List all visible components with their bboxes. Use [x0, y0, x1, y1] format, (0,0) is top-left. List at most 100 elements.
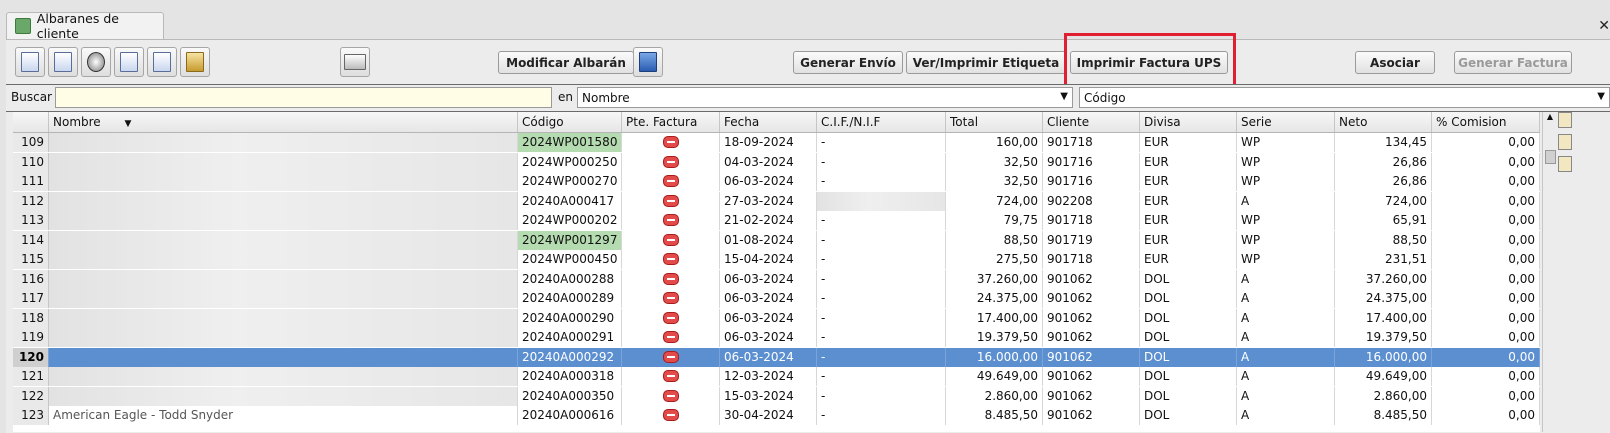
cell-comision: 0,00 [1432, 250, 1540, 269]
header-pte-factura[interactable]: Pte. Factura [622, 112, 720, 132]
cell-neto: 2.860,00 [1335, 386, 1432, 406]
scroll-thumb[interactable] [1545, 150, 1556, 164]
side-tool-button[interactable] [1558, 156, 1572, 172]
cell-n: 118 [13, 308, 49, 328]
header-codigo[interactable]: Código [518, 112, 622, 132]
cell-total: 724,00 [946, 191, 1043, 211]
cell-codigo: 20240A000417 [518, 191, 622, 211]
cell-comision: 0,00 [1432, 289, 1540, 308]
table-row[interactable]: 122 20240A000350 15-03-2024-2.860,00 901062… [13, 386, 1540, 407]
header-divisa[interactable]: Divisa [1140, 112, 1237, 132]
new-doc-button[interactable] [15, 47, 45, 77]
cell-n: 111 [13, 172, 49, 191]
cell-fecha: 12-03-2024 [720, 367, 817, 386]
cell-fecha: 15-03-2024 [720, 386, 817, 406]
print-button[interactable] [340, 47, 370, 77]
cell-cif [817, 191, 946, 211]
pending-invoice-icon [662, 331, 679, 343]
albaranes-table: Nombre ▼ Código Pte. Factura Fecha C.I.F… [13, 112, 1540, 432]
header-neto[interactable]: Neto [1335, 112, 1432, 132]
table-row[interactable]: 121 20240A000318 12-03-2024-49.649,00 90106… [13, 367, 1540, 387]
stop-button[interactable] [81, 47, 111, 77]
cell-comision: 0,00 [1432, 347, 1540, 367]
cell-cliente: 902208 [1043, 191, 1140, 211]
cell-cliente: 901062 [1043, 406, 1140, 425]
table-row[interactable]: 119 20240A000291 06-03-2024-19.379,50 90106… [13, 328, 1540, 348]
pending-invoice-icon [662, 155, 679, 168]
side-tool-button[interactable] [1558, 134, 1572, 150]
table-row[interactable]: 109 2024WP001580 18-09-2024-160,00 901718 EU… [13, 133, 1540, 153]
cell-comision: 0,00 [1432, 269, 1540, 289]
cell-serie: A [1237, 367, 1335, 386]
print-icon [344, 54, 366, 70]
side-tool-button[interactable] [1558, 112, 1572, 128]
generar-factura-button[interactable]: Generar Factura [1454, 51, 1572, 74]
cell-cliente: 901062 [1043, 289, 1140, 308]
cell-divisa: DOL [1140, 406, 1237, 425]
table-row[interactable]: 110 2024WP000250 04-03-2024-32,50 901716 EUR… [13, 152, 1540, 173]
table-row[interactable]: 115 2024WP000450 15-04-2024-275,50 901718 EU… [13, 250, 1540, 270]
cell-total: 2.860,00 [946, 386, 1043, 406]
header-fecha[interactable]: Fecha [720, 112, 817, 132]
table-row[interactable]: 118 20240A000290 06-03-2024-17.400,00 90106… [13, 308, 1540, 329]
search-input[interactable] [55, 87, 552, 108]
cell-fecha: 04-03-2024 [720, 152, 817, 172]
cell-cif: - [817, 347, 946, 367]
cell-codigo: 20240A000292 [518, 347, 622, 367]
cell-total: 37.260,00 [946, 269, 1043, 289]
envelope-button[interactable] [114, 47, 144, 77]
cell-fecha: 06-03-2024 [720, 308, 817, 328]
book-button[interactable] [633, 47, 663, 77]
copy-doc-button[interactable] [147, 47, 177, 77]
header-serie[interactable]: Serie [1237, 112, 1335, 132]
tab-albaranes[interactable]: Albaranes de cliente [6, 11, 164, 41]
table-row[interactable]: 123 American Eagle - Todd Snyder 20240A000… [13, 406, 1540, 426]
cell-nombre [49, 191, 518, 211]
header-cif[interactable]: C.I.F./N.I.F [817, 112, 946, 132]
cell-fecha: 30-04-2024 [720, 406, 817, 425]
search-bar: Buscar en Nombre ▼ Código ▼ [6, 84, 1610, 112]
pending-invoice-icon [662, 214, 679, 226]
cell-cif: - [817, 308, 946, 328]
cell-serie: A [1237, 347, 1335, 367]
table-row[interactable]: 112 20240A000417 27-03-2024 724,00 902208 EUR… [13, 191, 1540, 212]
header-total[interactable]: Total [946, 112, 1043, 132]
cell-fecha: 06-03-2024 [720, 347, 817, 367]
pending-invoice-icon [662, 233, 679, 246]
cell-cliente: 901062 [1043, 328, 1140, 347]
sheet-icon [15, 18, 31, 34]
table-row[interactable]: 111 2024WP000270 06-03-2024-32,50 901716 EUR… [13, 172, 1540, 192]
order-select[interactable]: Código ▼ [1079, 87, 1610, 108]
cell-serie: WP [1237, 133, 1335, 152]
header-comision[interactable]: % Comision [1432, 112, 1540, 132]
generar-envio-button[interactable]: Generar Envío [793, 51, 903, 74]
cell-comision: 0,00 [1432, 133, 1540, 152]
cell-fecha: 06-03-2024 [720, 172, 817, 191]
sort-desc-icon: ▼ [124, 119, 132, 129]
edit-doc-button[interactable] [48, 47, 78, 77]
search-field-select[interactable]: Nombre ▼ [577, 87, 1073, 108]
cell-codigo: 20240A000350 [518, 386, 622, 406]
cell-pte-factura [622, 328, 720, 347]
cell-n: 119 [13, 328, 49, 347]
header-cliente[interactable]: Cliente [1043, 112, 1140, 132]
ver-imprimir-etiqueta-button[interactable]: Ver/Imprimir Etiqueta [906, 51, 1066, 74]
cell-neto: 19.379,50 [1335, 328, 1432, 347]
scroll-up-icon[interactable]: ▲ [1544, 112, 1556, 126]
table-row[interactable]: 117 20240A000289 06-03-2024-24.375,00 90106… [13, 289, 1540, 309]
lock-button[interactable] [180, 47, 210, 77]
table-row[interactable]: 113 2024WP000202 21-02-2024-79,75 901718 EUR… [13, 211, 1540, 231]
vertical-scrollbar[interactable]: ▲ [1542, 112, 1557, 432]
cell-codigo: 20240A000616 [518, 406, 622, 425]
header-nombre[interactable]: Nombre ▼ [49, 112, 518, 132]
modificar-albaran-button[interactable]: Modificar Albarán [498, 51, 634, 74]
asociar-button[interactable]: Asociar [1355, 51, 1435, 74]
cell-pte-factura [622, 406, 720, 425]
cell-cif: - [817, 230, 946, 250]
table-row[interactable]: 120 20240A000292 06-03-2024-16.000,00 90106… [13, 347, 1540, 368]
table-row[interactable]: 116 20240A000288 06-03-2024-37.260,00 90106… [13, 269, 1540, 290]
table-row[interactable]: 114 2024WP001297 01-08-2024-88,50 901719 EUR… [13, 230, 1540, 251]
chevron-down-icon: ▼ [1597, 91, 1605, 102]
pending-invoice-icon [662, 272, 679, 285]
close-icon[interactable]: ✕ [1598, 18, 1610, 34]
